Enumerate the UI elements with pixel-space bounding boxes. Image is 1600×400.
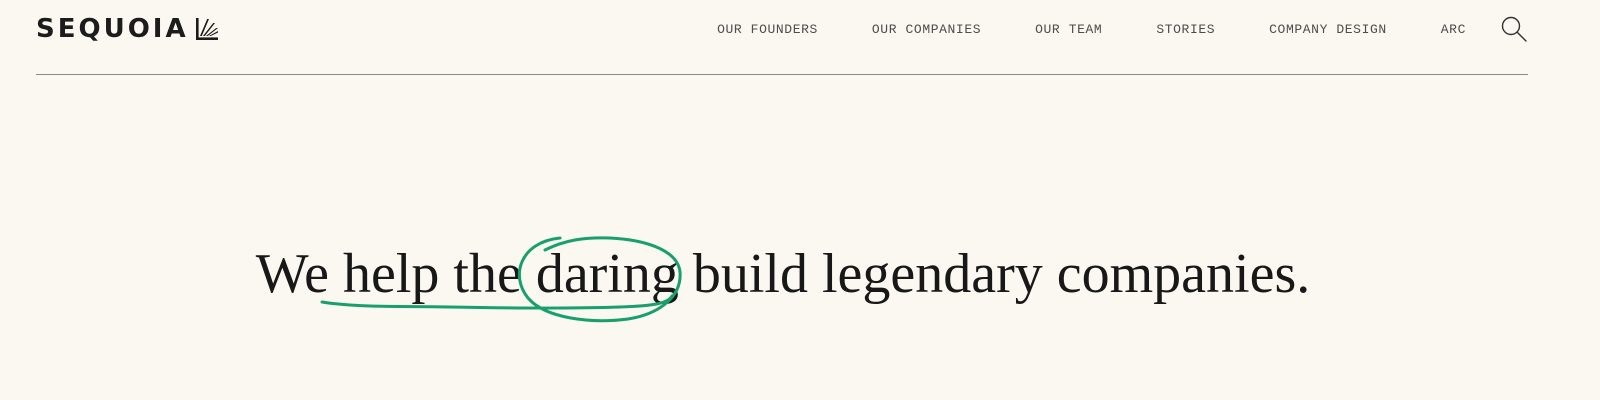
nav-our-founders[interactable]: OUR FOUNDERS [717, 20, 818, 40]
search-button[interactable] [1500, 15, 1528, 43]
main-nav: OUR FOUNDERS OUR COMPANIES OUR TEAM STOR… [717, 20, 1466, 40]
hero-section: We help the daring build legendary compa… [0, 236, 1600, 326]
nav-company-design[interactable]: COMPANY DESIGN [1269, 20, 1387, 40]
headline-rest: build legendary companies. [678, 243, 1311, 305]
headline-underlined-phrase: help the [342, 243, 536, 305]
nav-stories[interactable]: STORIES [1156, 20, 1215, 40]
sequoia-logo[interactable]: SEQUOIA [36, 14, 219, 44]
nav-our-team[interactable]: OUR TEAM [1035, 20, 1102, 40]
headline-we: We [255, 243, 343, 305]
search-icon [1501, 16, 1527, 42]
headline-circled-word: daring [535, 243, 679, 305]
nav-arc[interactable]: ARC [1441, 20, 1466, 40]
site-header: SEQUOIA OUR FOUNDERS OUR COMPANIES OUR T… [36, 0, 1528, 75]
nav-our-companies[interactable]: OUR COMPANIES [872, 20, 981, 40]
sequoia-leaf-icon [195, 18, 218, 40]
hero-headline: We help the daring build legendary compa… [0, 236, 1566, 312]
logo-wordmark: SEQUOIA [36, 14, 189, 44]
